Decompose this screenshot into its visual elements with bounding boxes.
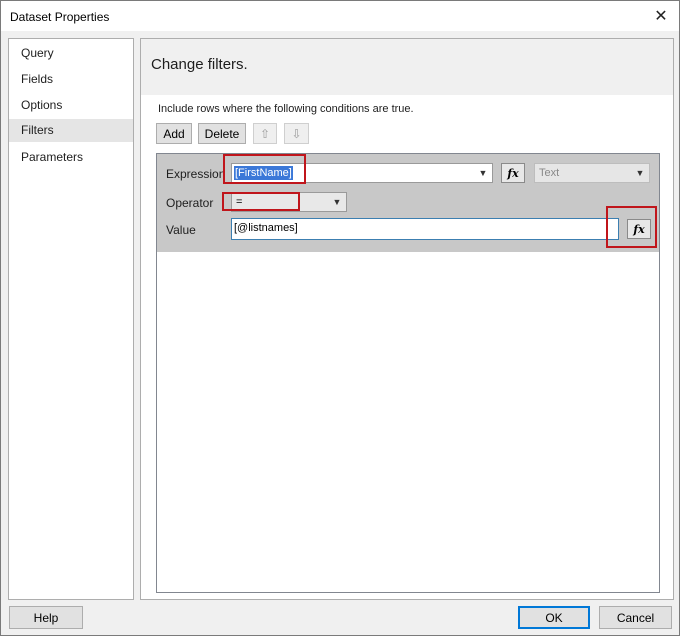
expression-value: [FirstName] xyxy=(234,166,293,180)
main-panel: Change filters. Include rows where the f… xyxy=(140,38,674,600)
help-button[interactable]: Help xyxy=(9,606,83,629)
chevron-down-icon[interactable]: ▼ xyxy=(477,166,489,180)
operator-combo[interactable]: = ▼ xyxy=(231,192,347,212)
sidebar: Query Fields Options Filters Parameters xyxy=(8,38,134,600)
move-up-icon[interactable]: ⇧ xyxy=(253,123,277,144)
value-input[interactable]: [@listnames] xyxy=(231,218,619,240)
sidebar-item-query[interactable]: Query xyxy=(9,42,133,65)
value-text: [@listnames] xyxy=(234,222,298,234)
chevron-down-icon: ▼ xyxy=(635,168,645,178)
sidebar-item-filters[interactable]: Filters xyxy=(9,119,133,142)
value-function-button[interactable]: fx xyxy=(627,219,651,239)
expression-combo[interactable]: [FirstName] ▼ xyxy=(231,163,493,183)
instruction-text: Include rows where the following conditi… xyxy=(158,103,414,115)
window-title: Dataset Properties xyxy=(10,10,110,24)
expression-label: Expression xyxy=(166,167,226,181)
delete-button[interactable]: Delete xyxy=(198,123,246,144)
value-label: Value xyxy=(166,223,196,237)
chevron-down-icon[interactable]: ▼ xyxy=(331,195,343,209)
type-combo: Text ▼ xyxy=(534,163,650,183)
sidebar-item-fields[interactable]: Fields xyxy=(9,68,133,91)
sidebar-item-parameters[interactable]: Parameters xyxy=(9,146,133,169)
sidebar-item-options[interactable]: Options xyxy=(9,94,133,117)
panel-header: Change filters. xyxy=(141,39,673,95)
ok-button[interactable]: OK xyxy=(518,606,590,629)
operator-label: Operator xyxy=(166,196,214,210)
close-icon[interactable]: ✕ xyxy=(649,5,673,27)
page-title: Change filters. xyxy=(151,56,248,73)
dataset-properties-dialog: Dataset Properties ✕ Query Fields Option… xyxy=(0,0,680,636)
type-value: Text xyxy=(539,167,560,179)
filter-row: Expression [FirstName] ▼ fx Text ▼ Opera… xyxy=(157,154,659,252)
operator-value: = xyxy=(236,196,243,208)
add-button[interactable]: Add xyxy=(156,123,192,144)
title-bar: Dataset Properties ✕ xyxy=(1,1,679,31)
expression-function-button[interactable]: fx xyxy=(501,163,525,183)
cancel-button[interactable]: Cancel xyxy=(599,606,672,629)
function-icon: fx xyxy=(507,166,519,180)
filter-list: Expression [FirstName] ▼ fx Text ▼ Opera… xyxy=(156,153,660,593)
move-down-icon[interactable]: ⇩ xyxy=(284,123,309,144)
function-icon: fx xyxy=(633,222,645,236)
